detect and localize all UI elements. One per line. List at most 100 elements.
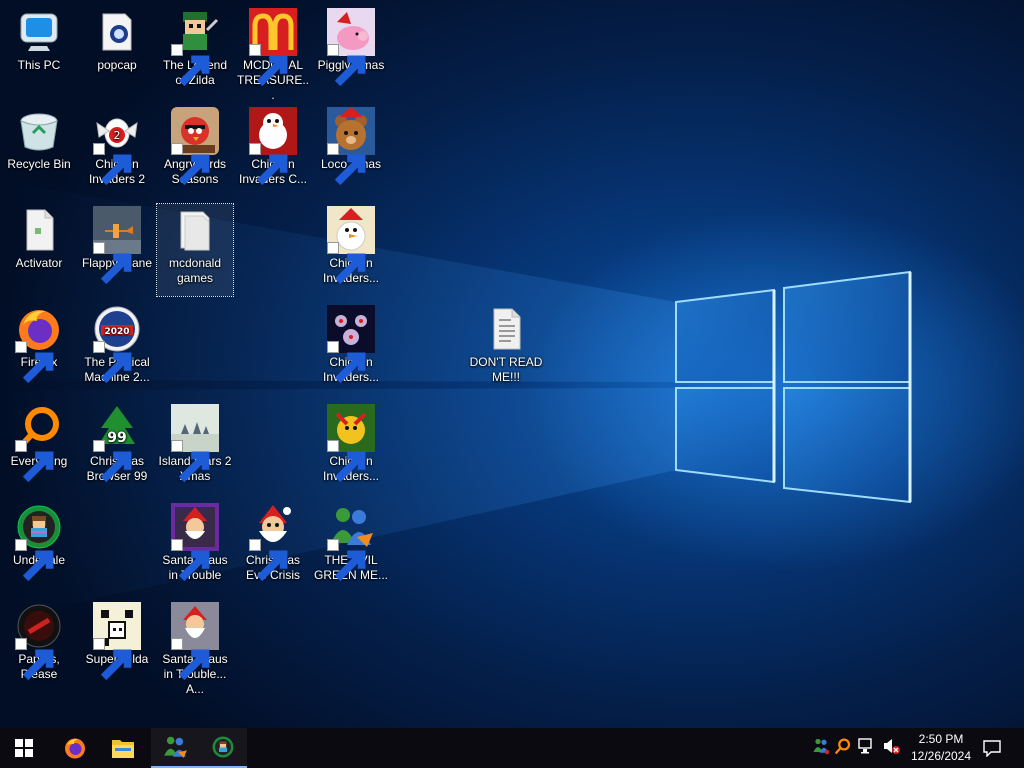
santa-icon xyxy=(171,602,219,681)
papers-please-icon xyxy=(15,602,63,681)
svg-text:2: 2 xyxy=(114,129,121,142)
shortcut-arrow-icon xyxy=(93,638,132,681)
shortcut-arrow-icon xyxy=(15,440,54,483)
volume-muted-icon[interactable] xyxy=(882,737,906,760)
desktop-icon-santa-claus-in-trouble-a[interactable]: Santa Claus in Trouble... A... xyxy=(157,600,233,696)
santa-icon xyxy=(171,503,219,582)
piggly-icon xyxy=(327,8,375,87)
loco-bear-icon xyxy=(327,107,375,186)
messenger-icon xyxy=(164,736,187,758)
shortcut-arrow-icon xyxy=(327,242,366,285)
super-hilda-icon xyxy=(93,602,141,681)
messenger-icon xyxy=(327,503,375,582)
shortcut-arrow-icon xyxy=(93,143,132,186)
santa-icon xyxy=(249,503,297,582)
start-button[interactable] xyxy=(0,728,48,768)
desktop-icon-island-wars-2[interactable]: Island Wars 2 Xmas xyxy=(157,402,233,494)
taskbar-clock[interactable]: 2:50 PM 12/26/2024 xyxy=(906,731,976,765)
desktop-icon-chicken-invaders-green[interactable]: Chicken Invaders... xyxy=(313,402,389,494)
shortcut-arrow-icon xyxy=(15,341,54,384)
taskbar-messenger-button[interactable] xyxy=(151,728,199,768)
desktop-icon-undertale[interactable]: Undertale xyxy=(1,501,77,593)
shortcut-arrow-icon xyxy=(15,638,54,681)
taskbar-undertale-button[interactable] xyxy=(199,728,247,768)
desktop-icon-christmas-browser[interactable]: 99 Christmas Browser 99 xyxy=(79,402,155,494)
firefox-icon xyxy=(15,305,63,384)
desktop-icon-super-hilda[interactable]: Super Hilda xyxy=(79,600,155,692)
desktop-icon-chicken-invaders-space[interactable]: Chicken Invaders... xyxy=(313,303,389,395)
chicken-invaders-snowman-icon xyxy=(249,107,297,186)
chicken-invaders-icon: 2 xyxy=(93,107,141,186)
desktop[interactable]: This PC Recycle Bin Activator Firefox Ev… xyxy=(0,0,1024,728)
text-file-icon xyxy=(482,305,530,353)
desktop-icon-activator[interactable]: Activator xyxy=(1,204,77,296)
shortcut-arrow-icon xyxy=(327,440,366,483)
desktop-icon-mcdonald-games[interactable]: mcdonald games xyxy=(156,203,234,297)
undertale-icon xyxy=(212,736,234,758)
taskbar-firefox-button[interactable] xyxy=(51,728,99,768)
desktop-icon-chicken-invaders-xmas[interactable]: Chicken Invaders... xyxy=(313,204,389,296)
everything-search-icon xyxy=(15,404,63,483)
desktop-icon-popcap[interactable]: popcap xyxy=(79,6,155,98)
island-wars-icon xyxy=(171,404,219,483)
shortcut-arrow-icon xyxy=(171,440,210,483)
folder-icon xyxy=(171,206,219,254)
computer-icon xyxy=(15,8,63,56)
windows-start-icon xyxy=(15,739,33,757)
file-icon xyxy=(15,206,63,254)
taskbar-file-explorer-button[interactable] xyxy=(99,728,147,768)
system-tray xyxy=(812,728,906,768)
chicken-invaders-icon xyxy=(327,404,375,483)
desktop-icon-evil-green-messenger[interactable]: THE EVIL GREEN ME... xyxy=(313,501,389,593)
desktop-icon-mcdonal-treasure[interactable]: MCDONAL TREASURE... xyxy=(235,6,311,102)
shortcut-arrow-icon xyxy=(93,341,132,384)
network-icon[interactable] xyxy=(858,737,882,760)
desktop-icon-papers-please[interactable]: Papers, Please xyxy=(1,600,77,692)
desktop-icon-political-machine[interactable]: 2020 The Political Machine 2... xyxy=(79,303,155,395)
chicken-invaders-icon xyxy=(327,305,375,384)
political-machine-icon: 2020 xyxy=(93,305,141,384)
shortcut-arrow-icon xyxy=(249,539,288,582)
shortcut-arrow-icon xyxy=(171,143,210,186)
desktop-icon-christmas-eve-crisis[interactable]: Christmas Eve Crisis xyxy=(235,501,311,593)
zilda-game-icon xyxy=(171,8,219,87)
notification-icon xyxy=(983,740,1001,757)
chicken-invaders-icon xyxy=(327,206,375,285)
taskbar: 2:50 PM 12/26/2024 xyxy=(0,728,1024,768)
desktop-icon-piggly-xmas[interactable]: Piggly Xmas xyxy=(313,6,389,98)
christmas-tree-icon: 99 xyxy=(93,404,141,483)
flappy-plane-icon xyxy=(93,206,141,285)
desktop-icon-this-pc[interactable]: This PC xyxy=(1,6,77,98)
mcdonalds-icon xyxy=(249,8,297,87)
clock-date: 12/26/2024 xyxy=(910,749,972,763)
shortcut-arrow-icon xyxy=(93,242,132,285)
desktop-icon-chicken-invaders-2[interactable]: 2 Chicken Invaders 2 xyxy=(79,105,155,197)
shortcut-arrow-icon xyxy=(327,341,366,384)
shortcut-arrow-icon xyxy=(15,539,54,582)
clock-time: 2:50 PM xyxy=(918,732,964,746)
shortcut-arrow-icon xyxy=(171,539,210,582)
messenger-tray-icon[interactable] xyxy=(812,737,834,760)
undertale-icon xyxy=(15,503,63,582)
desktop-icon-santa-claus-in-trouble[interactable]: Santa Claus in Trouble xyxy=(157,501,233,593)
desktop-icon-flappy-plane[interactable]: Flappy Plane xyxy=(79,204,155,296)
desktop-icon-recycle-bin[interactable]: Recycle Bin xyxy=(1,105,77,197)
desktop-icon-loco-xmas[interactable]: Loco Xmas xyxy=(313,105,389,197)
desktop-icon-firefox[interactable]: Firefox xyxy=(1,303,77,395)
angry-birds-icon xyxy=(171,107,219,186)
shortcut-arrow-icon xyxy=(327,44,366,87)
shortcut-arrow-icon xyxy=(171,44,210,87)
shortcut-arrow-icon xyxy=(93,440,132,483)
firefox-icon xyxy=(65,738,85,759)
desktop-icon-dont-read-me[interactable]: DON'T READ ME!!! xyxy=(468,303,544,395)
shortcut-arrow-icon xyxy=(249,143,288,186)
shortcut-arrow-icon xyxy=(249,44,288,87)
desktop-icon-chicken-invaders-c[interactable]: Chicken Invaders C... xyxy=(235,105,311,197)
folder-icon xyxy=(93,8,141,56)
action-center-button[interactable] xyxy=(968,728,1016,768)
svg-text:2020: 2020 xyxy=(104,327,129,337)
desktop-icon-legend-of-zilda[interactable]: The Legend of Zilda xyxy=(157,6,233,98)
desktop-icon-everything[interactable]: Everything xyxy=(1,402,77,494)
desktop-icon-angry-birds-seasons[interactable]: Angry Birds Seasons xyxy=(157,105,233,197)
everything-tray-icon[interactable] xyxy=(834,737,858,760)
